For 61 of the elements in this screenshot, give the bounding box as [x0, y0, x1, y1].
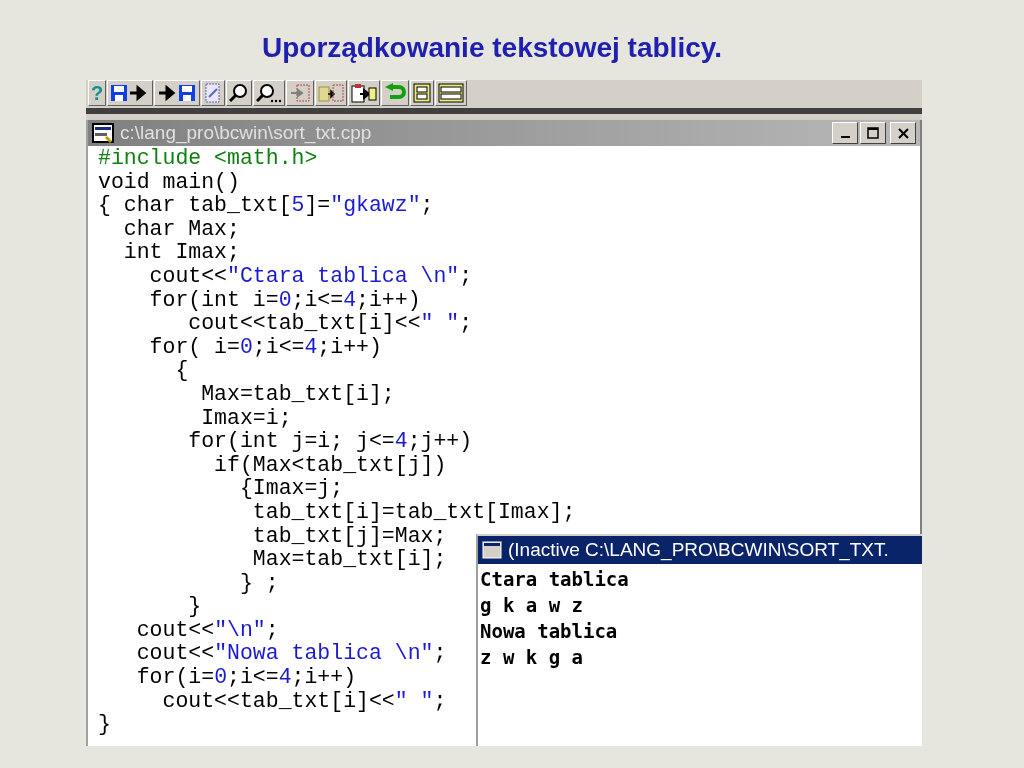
- code-line: Max=tab_txt[i];: [251, 548, 447, 572]
- code-line: {: [174, 359, 189, 383]
- maximize-icon: [867, 127, 879, 139]
- clipboard-arrow-icon: [351, 83, 378, 103]
- toolbar-button[interactable]: [201, 80, 226, 106]
- document-window-icon: [92, 123, 114, 143]
- code-line: for( i=0;i<=4;i++): [148, 335, 382, 360]
- code-line: Max=tab_txt[i];: [200, 382, 395, 407]
- code-line: { char tab_txt[5]="gkawz";: [98, 194, 434, 218]
- output-title: (Inactive C:\LANG_PRO\BCWIN\SORT_TXT.: [508, 539, 889, 561]
- search-icon: [229, 83, 250, 103]
- editor-title: c:\lang_pro\bcwin\sort_txt.cpp: [120, 122, 372, 144]
- output-line: Ctara tablica: [480, 567, 630, 592]
- close-button[interactable]: [890, 122, 916, 144]
- arrow-frame-icon: [289, 83, 312, 103]
- toolbar-button[interactable]: ?: [88, 80, 107, 106]
- code-line: int Imax;: [122, 241, 240, 265]
- toolbar-button[interactable]: [381, 80, 410, 106]
- code-line: #include <math.h>: [98, 147, 318, 171]
- toolbar-button[interactable]: [253, 80, 286, 106]
- code-line: if(Max<tab_txt[j]): [213, 453, 447, 478]
- window-icon: [482, 541, 502, 559]
- output-line: g k a w z: [480, 593, 584, 618]
- close-icon: [897, 127, 909, 139]
- code-line: Imax=i;: [200, 406, 292, 431]
- code-line: cout<<"\n";: [135, 618, 279, 643]
- binary-file-icon: [438, 83, 465, 103]
- toolbar-button[interactable]: [435, 80, 468, 106]
- code-line: for(i=0;i<=4;i++): [135, 666, 357, 690]
- code-line: tab_txt[j]=Max;: [251, 524, 447, 549]
- document-pencil-icon: [204, 83, 223, 103]
- code-line: {Imax=j;: [238, 477, 344, 501]
- output-line: Nowa tablica: [480, 619, 619, 644]
- code-line: cout<<"Nowa tablica \n";: [135, 642, 447, 667]
- output-line: z w k g a: [480, 645, 584, 670]
- code-line: cout<<tab_txt[i]<<" ";: [161, 689, 447, 714]
- minimize-icon: [840, 136, 850, 138]
- binary-document-icon: [413, 83, 432, 103]
- code-line: } ;: [238, 571, 279, 596]
- code-line: cout<<"Ctara tablica \n";: [148, 264, 473, 289]
- code-line: cout<<tab_txt[i]<<" ";: [187, 312, 473, 336]
- toolbar-button[interactable]: [226, 80, 253, 106]
- toolbar-button[interactable]: [348, 80, 381, 106]
- code-line: }: [187, 595, 202, 619]
- maximize-button[interactable]: [860, 122, 886, 144]
- documents-arrow-icon: [318, 83, 345, 103]
- toolbar-button[interactable]: [107, 80, 154, 106]
- toolbar-button[interactable]: [286, 80, 315, 106]
- arrow-disk-icon: [157, 84, 198, 102]
- code-line: void main(): [98, 170, 240, 195]
- minimize-button[interactable]: [832, 122, 858, 144]
- code-line: tab_txt[i]=tab_txt[Imax];: [251, 500, 576, 525]
- code-line: for(int i=0;i<=4;i++): [148, 288, 421, 313]
- code-line: for(int j=i; j<=4;j++): [187, 430, 473, 454]
- toolbar-button[interactable]: [315, 80, 348, 106]
- code-line: }: [98, 713, 111, 737]
- toolbar-button[interactable]: [154, 80, 201, 106]
- slide-title: Uporządkowanie tekstowej tablicy.: [260, 31, 723, 65]
- search-more-icon: [256, 83, 283, 103]
- toolbar-button[interactable]: [410, 80, 435, 106]
- code-line: char Max;: [122, 217, 240, 242]
